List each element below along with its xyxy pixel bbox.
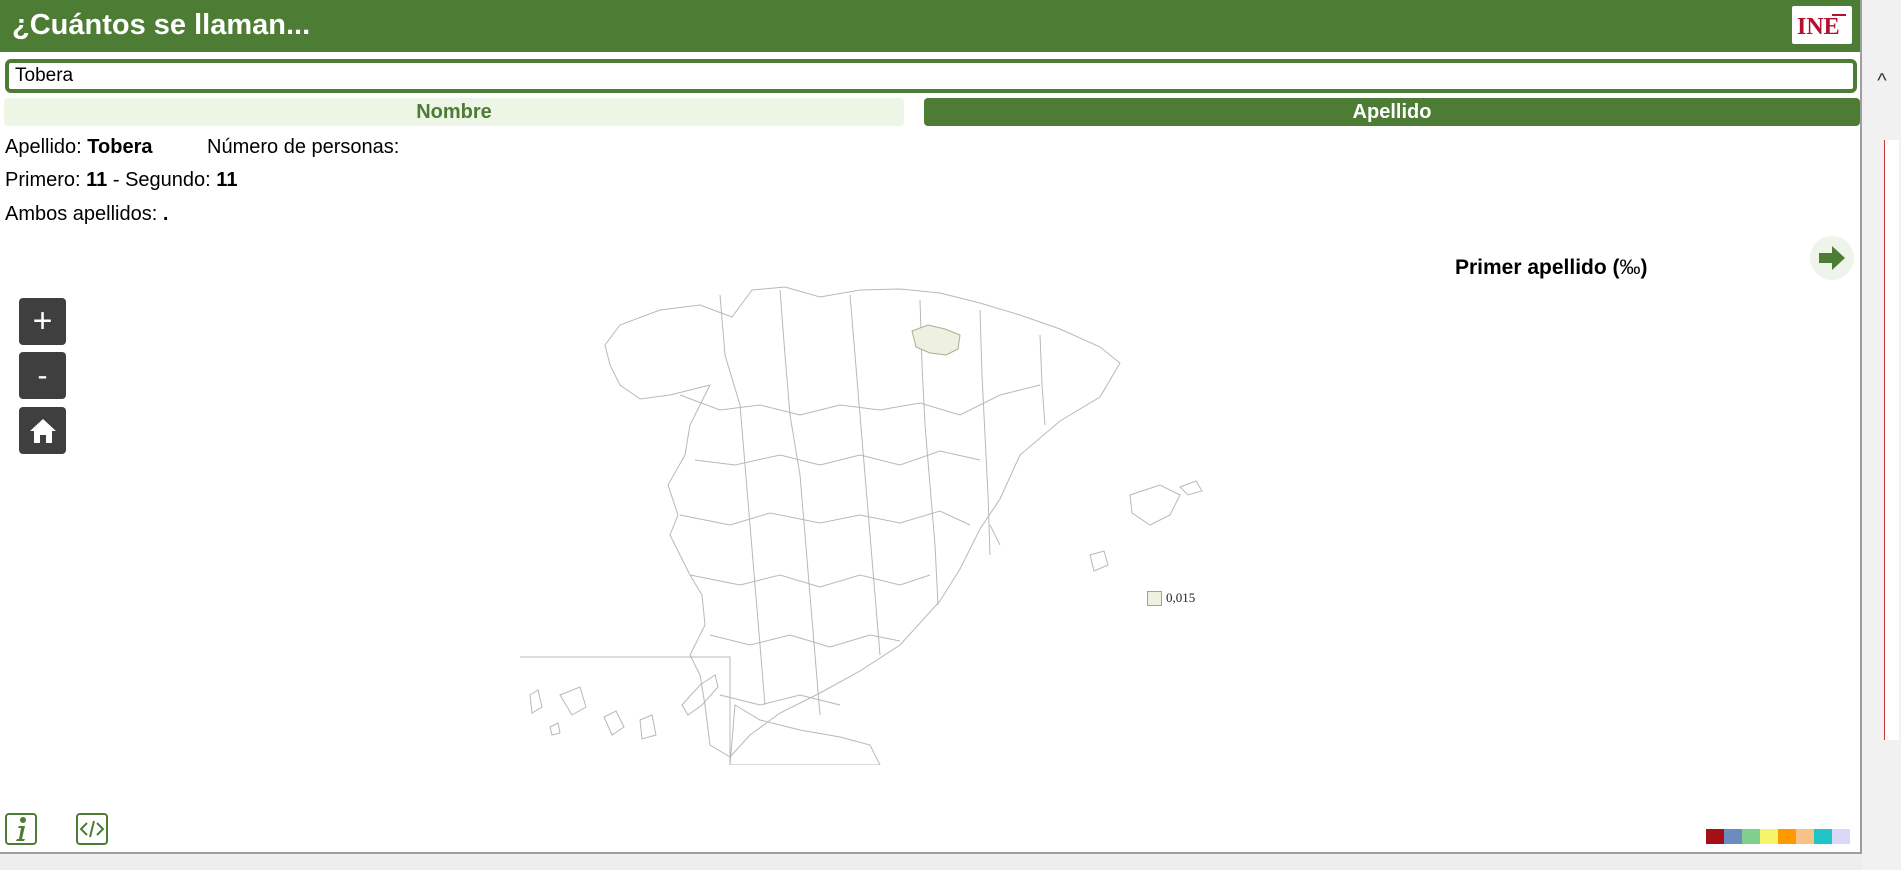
scroll-up-button[interactable]: ^ xyxy=(1866,68,1898,94)
outer-bottom-strip xyxy=(0,854,1862,870)
zoom-out-button[interactable]: - xyxy=(19,352,66,399)
ambos-value: . xyxy=(162,203,169,225)
legend-value: 0,015 xyxy=(1166,590,1196,605)
home-icon xyxy=(29,418,56,443)
scrollbar-track[interactable] xyxy=(1884,140,1899,740)
legend-swatch xyxy=(1147,590,1162,606)
primero-label: Primero: xyxy=(5,169,81,191)
map-legend: 0,015 xyxy=(1147,590,1195,606)
page-title: ¿Cuántos se llaman... xyxy=(12,9,311,41)
info-icon xyxy=(16,817,26,841)
apellido-label: Apellido: xyxy=(5,136,82,158)
outer-scrollbar-area: ^ xyxy=(1862,0,1901,870)
color-palette xyxy=(1706,829,1850,844)
map-title-close: ) xyxy=(1640,256,1648,279)
arrow-right-icon xyxy=(1819,246,1845,270)
province-outlines xyxy=(520,286,1203,765)
map-title-unit: ‰ xyxy=(1619,256,1641,279)
ambos-line: Ambos apellidos: . xyxy=(5,203,168,226)
app-header: ¿Cuántos se llaman... INE xyxy=(0,0,1860,52)
personas-label: Número de personas: xyxy=(207,136,400,158)
svg-text:INE: INE xyxy=(1797,14,1840,40)
palette-swatch xyxy=(1760,829,1778,844)
spain-province-map[interactable] xyxy=(520,275,1320,765)
palette-swatch xyxy=(1778,829,1796,844)
segundo-value: 11 xyxy=(216,169,238,191)
main-panel: ¿Cuántos se llaman... INE Nombre Apellid… xyxy=(0,0,1862,854)
ine-logo[interactable]: INE xyxy=(1792,6,1852,44)
palette-swatch xyxy=(1724,829,1742,844)
ine-logo-icon: INE xyxy=(1797,14,1846,40)
embed-button[interactable] xyxy=(76,813,108,845)
apellido-line: Apellido: Tobera xyxy=(5,136,152,159)
zoom-in-button[interactable]: + xyxy=(19,298,66,345)
primero-segundo-line: Primero: 11 - Segundo: 11 xyxy=(5,169,237,192)
highlighted-province[interactable] xyxy=(911,324,961,356)
palette-swatch xyxy=(1706,829,1724,844)
palette-swatch xyxy=(1742,829,1760,844)
map-title-text: Primer apellido ( xyxy=(1455,256,1620,279)
next-map-button[interactable] xyxy=(1810,236,1854,280)
apellido-value: Tobera xyxy=(87,136,153,158)
separator: - xyxy=(112,169,120,191)
palette-swatch xyxy=(1814,829,1832,844)
palette-swatch xyxy=(1796,829,1814,844)
map-title: Primer apellido (‰) xyxy=(1455,256,1648,280)
ambos-label: Ambos apellidos: xyxy=(5,203,158,225)
segundo-label: Segundo: xyxy=(125,169,211,191)
tab-apellido[interactable]: Apellido xyxy=(924,98,1860,126)
tab-bar: Nombre Apellido xyxy=(4,98,1860,126)
code-icon xyxy=(79,820,105,838)
primero-value: 11 xyxy=(86,169,108,191)
info-button[interactable] xyxy=(5,813,37,845)
palette-swatch xyxy=(1832,829,1850,844)
tab-nombre[interactable]: Nombre xyxy=(4,98,904,126)
home-button[interactable] xyxy=(19,407,66,454)
search-input[interactable] xyxy=(5,59,1857,93)
